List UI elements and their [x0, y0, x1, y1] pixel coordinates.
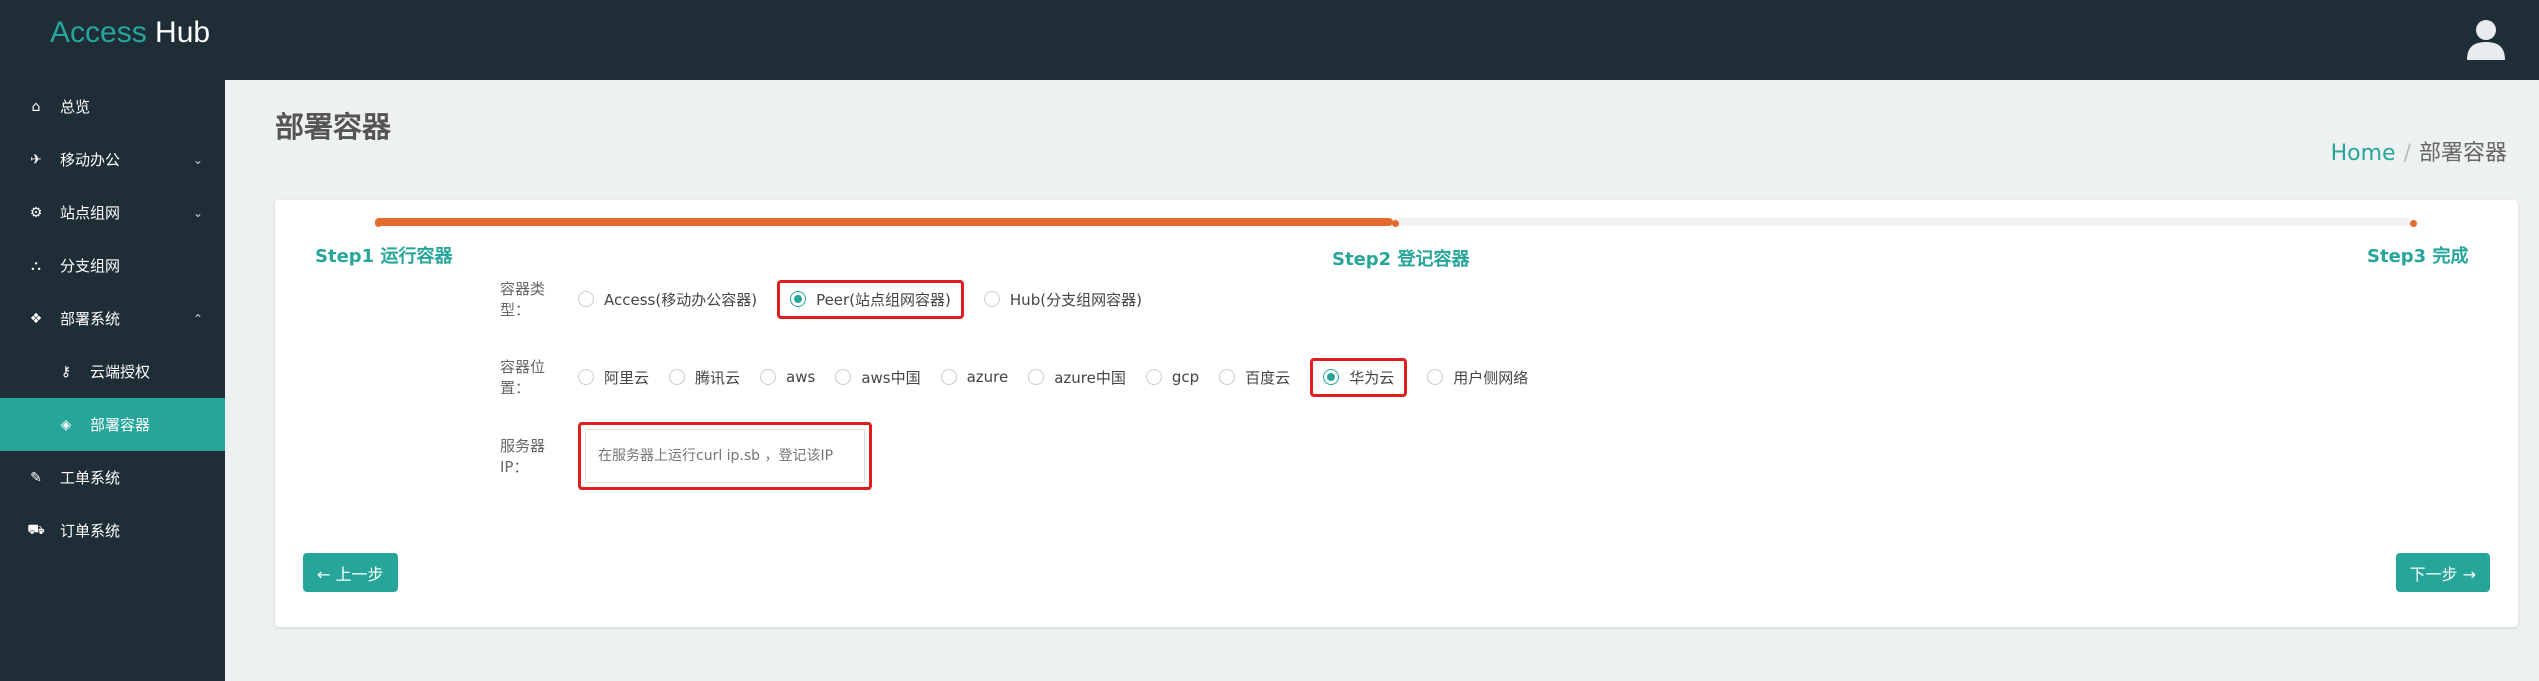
top-bar: Access Hub	[0, 0, 2539, 80]
wizard-card: Step1 运行容器 Step2 登记容器 Step3 完成 容器类型： Acc…	[275, 200, 2518, 627]
option-label: Peer(站点组网容器)	[816, 290, 951, 309]
cubes-icon: ❖	[29, 310, 43, 327]
step2-label: Step2 登记容器	[1332, 249, 1470, 270]
option-label: 用户侧网络	[1453, 368, 1529, 387]
radio-user-network[interactable]	[1427, 369, 1444, 385]
cube-icon: ◈	[60, 416, 72, 433]
sidebar-item-label: 总览	[60, 98, 91, 116]
sidebar-item-cloud-license[interactable]: ⚷ 云端授权	[0, 345, 225, 398]
step2-marker	[1392, 220, 1399, 227]
chevron-down-icon: ⌄	[192, 152, 203, 167]
sidebar-item-label: 工单系统	[60, 469, 121, 487]
breadcrumb-current: 部署容器	[2418, 141, 2507, 166]
server-ip-label: 服务器IP：	[500, 437, 546, 476]
prev-step-button[interactable]: ← 上一步	[303, 553, 398, 592]
step1-marker	[375, 220, 382, 227]
type-option-peer[interactable]: Peer(站点组网容器)	[777, 279, 964, 319]
location-option-aliyun[interactable]: 阿里云	[578, 367, 649, 388]
location-option-tencent[interactable]: 腾讯云	[669, 367, 740, 388]
option-label: azure	[966, 368, 1009, 386]
sidebar-item-site-network[interactable]: ⚙ 站点组网 ⌄	[0, 186, 225, 239]
page-title: 部署容器	[275, 110, 392, 144]
location-option-aws[interactable]: aws	[760, 368, 815, 386]
radio-azure-china[interactable]	[1028, 369, 1045, 385]
option-label: 阿里云	[604, 368, 650, 387]
option-label: Access(移动办公容器)	[604, 290, 758, 309]
sidebar-item-mobile-office[interactable]: ✈ 移动办公 ⌄	[0, 133, 225, 186]
radio-peer[interactable]	[790, 291, 807, 307]
step3-label: Step3 完成	[2367, 246, 2469, 267]
option-label: 腾讯云	[695, 368, 741, 387]
plane-icon: ✈	[30, 151, 42, 168]
location-option-aws-china[interactable]: aws中国	[835, 367, 921, 388]
radio-huawei[interactable]	[1323, 369, 1340, 385]
home-icon: ⌂	[31, 98, 41, 115]
server-ip-input[interactable]	[585, 429, 865, 483]
sidebar-item-label: 分支组网	[60, 257, 121, 275]
option-label: gcp	[1171, 368, 1200, 386]
location-option-user-network[interactable]: 用户侧网络	[1427, 367, 1528, 388]
option-label: 百度云	[1245, 368, 1291, 387]
sidebar-item-label: 站点组网	[60, 204, 121, 222]
sidebar-item-deploy-container[interactable]: ◈ 部署容器	[0, 398, 225, 451]
chevron-up-icon: ⌃	[192, 311, 203, 326]
radio-gcp[interactable]	[1145, 369, 1162, 385]
wrench-icon: ✎	[30, 469, 42, 486]
container-type-label: 容器类型：	[500, 280, 546, 319]
sidebar-item-overview[interactable]: ⌂ 总览	[0, 80, 225, 133]
breadcrumb-separator: /	[2403, 141, 2411, 166]
wizard-progress-fill	[375, 218, 1393, 226]
sidebar-item-deploy-system[interactable]: ❖ 部署系统 ⌃	[0, 292, 225, 345]
container-location-label: 容器位置：	[500, 358, 546, 397]
container-type-row: 容器类型： Access(移动办公容器) Peer(站点组网容器) Hub(分支…	[500, 278, 1162, 320]
brand-part2: Hub	[155, 16, 211, 49]
container-location-row: 容器位置： 阿里云 腾讯云 aws aws中国 azure azure中国 gc…	[500, 356, 1548, 398]
sidebar-item-label: 移动办公	[60, 151, 121, 169]
step1-label: Step1 运行容器	[315, 246, 453, 267]
radio-azure[interactable]	[940, 369, 957, 385]
chevron-down-icon: ⌄	[192, 205, 203, 220]
step3-marker	[2410, 220, 2417, 227]
sidebar-item-branch-network[interactable]: ⛬ 分支组网	[0, 239, 225, 292]
sidebar-item-order-system[interactable]: ⛟ 订单系统	[0, 504, 225, 557]
user-avatar-icon[interactable]	[2463, 16, 2509, 62]
key-icon: ⚷	[60, 363, 72, 380]
app-logo[interactable]: Access Hub	[50, 16, 210, 50]
sitemap-icon: ⛬	[31, 257, 41, 274]
radio-baidu[interactable]	[1219, 369, 1236, 385]
option-label: Hub(分支组网容器)	[1009, 290, 1142, 309]
sidebar-item-label: 部署系统	[60, 310, 121, 328]
breadcrumb-home-link[interactable]: Home	[2331, 141, 2396, 166]
sidebar-item-label: 云端授权	[90, 363, 151, 381]
option-label: azure中国	[1054, 368, 1126, 387]
server-ip-highlight	[578, 422, 872, 490]
location-option-baidu[interactable]: 百度云	[1219, 367, 1290, 388]
location-option-azure-china[interactable]: azure中国	[1028, 367, 1126, 388]
sidebar-item-label: 部署容器	[90, 416, 151, 434]
location-option-huawei[interactable]: 华为云	[1310, 357, 1408, 397]
option-label: 华为云	[1349, 368, 1395, 387]
radio-hub[interactable]	[983, 291, 1000, 307]
location-option-gcp[interactable]: gcp	[1145, 368, 1200, 386]
next-step-button[interactable]: 下一步 →	[2395, 553, 2490, 592]
radio-aws-china[interactable]	[835, 369, 852, 385]
type-option-access[interactable]: Access(移动办公容器)	[578, 289, 757, 310]
cart-icon: ⛟	[27, 521, 45, 538]
radio-aliyun[interactable]	[578, 369, 594, 385]
breadcrumb: Home / 部署容器	[2331, 135, 2507, 167]
radio-access[interactable]	[578, 291, 594, 307]
network-icon: ⚙	[29, 204, 43, 221]
radio-aws[interactable]	[760, 369, 777, 385]
type-option-hub[interactable]: Hub(分支组网容器)	[983, 289, 1142, 310]
server-ip-row: 服务器IP：	[500, 422, 872, 490]
brand-part1: Access	[50, 16, 147, 49]
sidebar-item-ticket-system[interactable]: ✎ 工单系统	[0, 451, 225, 504]
option-label: aws中国	[861, 368, 921, 387]
radio-tencent[interactable]	[669, 369, 686, 385]
location-option-azure[interactable]: azure	[940, 368, 1009, 386]
option-label: aws	[786, 368, 816, 386]
sidebar-item-label: 订单系统	[60, 522, 121, 540]
sidebar: ⌂ 总览 ✈ 移动办公 ⌄ ⚙ 站点组网 ⌄ ⛬ 分支组网 ❖ 部署系统 ⌃ ⚷…	[0, 80, 225, 681]
